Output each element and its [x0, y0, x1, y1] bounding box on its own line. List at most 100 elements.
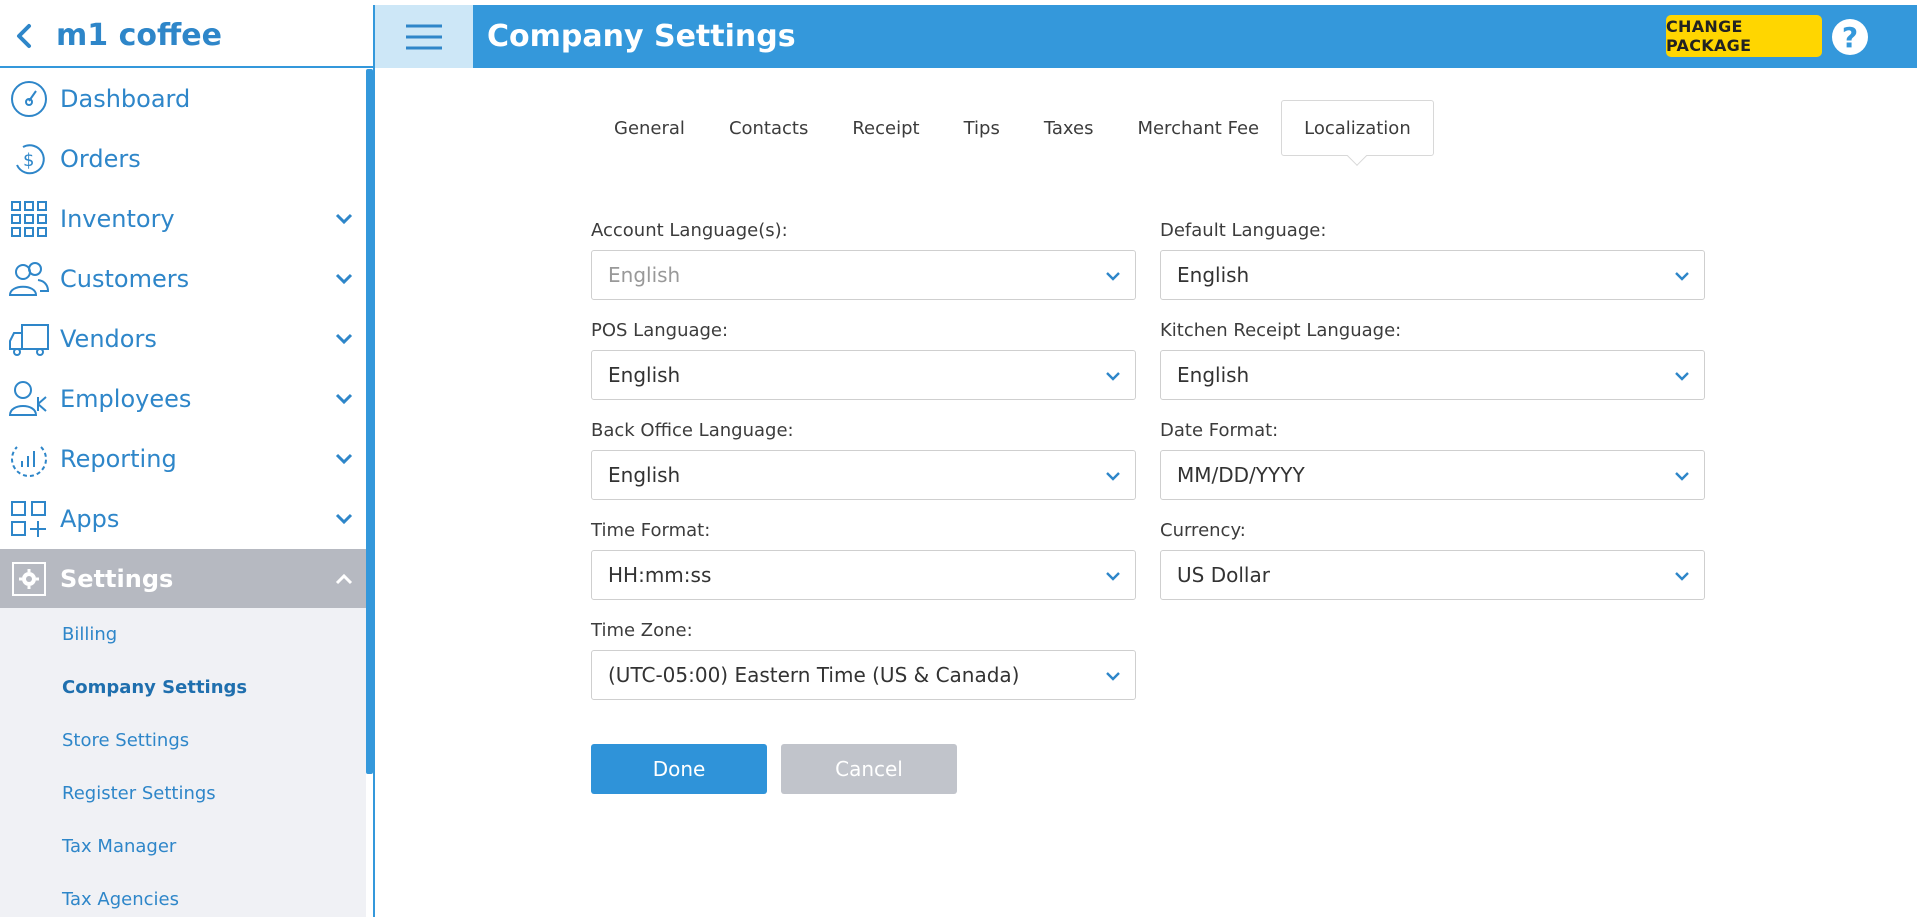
chevron-down-icon[interactable] [332, 447, 356, 471]
tab-contacts[interactable]: Contacts [707, 100, 830, 156]
truck-icon [0, 309, 58, 369]
chevron-down-icon[interactable] [332, 267, 356, 291]
sidebar-item-vendors[interactable]: Vendors [0, 309, 366, 369]
subnav-item-store-settings[interactable]: Store Settings [0, 714, 366, 767]
sidebar-item-employees[interactable]: Employees [0, 369, 366, 429]
content-divider [373, 68, 375, 917]
date-format-field: Date Format: MM/DD/YYYY [1160, 420, 1705, 500]
chevron-down-icon [1674, 268, 1690, 284]
brand-bar: m1 coffee [0, 5, 373, 68]
sidebar-item-label: Reporting [60, 445, 177, 473]
help-icon[interactable]: ? [1832, 19, 1868, 55]
field-label: Default Language: [1160, 220, 1327, 241]
tab-general[interactable]: General [592, 100, 707, 156]
chevron-up-icon[interactable] [332, 567, 356, 591]
chevron-down-icon[interactable] [332, 327, 356, 351]
field-label: Back Office Language: [591, 420, 794, 441]
sidebar-item-label: Customers [60, 265, 190, 293]
users-icon [0, 249, 58, 309]
back-office-language-select[interactable]: English [591, 450, 1136, 500]
top-header: Company Settings CHANGE PACKAGE ? [373, 5, 1917, 68]
pos-language-select[interactable]: English [591, 350, 1136, 400]
tab-receipt[interactable]: Receipt [830, 100, 941, 156]
sidebar-scrollbar[interactable] [366, 69, 373, 774]
sidebar-item-apps[interactable]: Apps [0, 489, 366, 549]
sidebar-item-label: Settings [60, 564, 174, 593]
chevron-down-icon [1105, 468, 1121, 484]
field-label: Time Format: [591, 520, 711, 541]
page-title: Company Settings [487, 19, 796, 54]
tab-taxes[interactable]: Taxes [1022, 100, 1116, 156]
sidebar-item-label: Apps [60, 505, 120, 533]
chevron-down-icon [1674, 568, 1690, 584]
sidebar-item-inventory[interactable]: Inventory [0, 189, 366, 249]
subnav-item-company-settings[interactable]: Company Settings [0, 661, 366, 714]
subnav-item-tax-manager[interactable]: Tax Manager [0, 820, 366, 873]
sidebar-item-dashboard[interactable]: Dashboard [0, 69, 366, 129]
sidebar-item-settings[interactable]: Settings [0, 549, 366, 608]
field-label: Kitchen Receipt Language: [1160, 320, 1402, 341]
chevron-down-icon[interactable] [332, 507, 356, 531]
sidebar: m1 coffee Dashboard $ Orders Inventory C… [0, 0, 373, 917]
account-language-select[interactable]: English [591, 250, 1136, 300]
tab-tips[interactable]: Tips [942, 100, 1022, 156]
default-language-select[interactable]: English [1160, 250, 1705, 300]
back-office-language-field: Back Office Language: English [591, 420, 1136, 500]
sidebar-item-orders[interactable]: $ Orders [0, 129, 366, 189]
apps-icon [0, 489, 58, 549]
field-label: Currency: [1160, 520, 1246, 541]
gear-icon [0, 549, 58, 609]
chevron-down-icon [1105, 568, 1121, 584]
sidebar-item-label: Employees [60, 385, 192, 413]
subnav-item-register-settings[interactable]: Register Settings [0, 767, 366, 820]
time-zone-select[interactable]: (UTC-05:00) Eastern Time (US & Canada) [591, 650, 1136, 700]
select-value: English [608, 263, 681, 287]
field-label: Time Zone: [591, 620, 693, 641]
time-format-select[interactable]: HH:mm:ss [591, 550, 1136, 600]
select-value: MM/DD/YYYY [1177, 463, 1305, 487]
currency-select[interactable]: US Dollar [1160, 550, 1705, 600]
select-value: English [1177, 363, 1250, 387]
chevron-down-icon[interactable] [332, 387, 356, 411]
kitchen-receipt-language-field: Kitchen Receipt Language: English [1160, 320, 1705, 400]
tab-pointer [1347, 146, 1368, 166]
app-root: m1 coffee Dashboard $ Orders Inventory C… [0, 0, 1917, 917]
select-value: English [608, 363, 681, 387]
hamburger-menu-button[interactable] [373, 5, 473, 68]
chevron-down-icon [1105, 368, 1121, 384]
tab-label: Localization [1304, 117, 1411, 139]
done-button[interactable]: Done [591, 744, 767, 794]
select-value: HH:mm:ss [608, 563, 712, 587]
field-label: Date Format: [1160, 420, 1279, 441]
tab-localization[interactable]: Localization [1281, 100, 1434, 166]
change-package-button[interactable]: CHANGE PACKAGE [1666, 15, 1822, 57]
sidebar-item-customers[interactable]: Customers [0, 249, 366, 309]
back-icon[interactable] [0, 4, 48, 67]
chevron-down-icon[interactable] [332, 207, 356, 231]
chevron-down-icon [1105, 268, 1121, 284]
sidebar-item-label: Vendors [60, 325, 157, 353]
pos-language-field: POS Language: English [591, 320, 1136, 400]
subnav-item-tax-agencies[interactable]: Tax Agencies [0, 873, 366, 917]
chevron-down-icon [1674, 368, 1690, 384]
select-value: (UTC-05:00) Eastern Time (US & Canada) [608, 663, 1020, 687]
tab-merchant-fee[interactable]: Merchant Fee [1115, 100, 1281, 156]
sidebar-nav: Dashboard $ Orders Inventory Customers V… [0, 69, 366, 917]
date-format-select[interactable]: MM/DD/YYYY [1160, 450, 1705, 500]
svg-text:$: $ [23, 150, 34, 171]
employee-icon [0, 369, 58, 429]
subnav-item-billing[interactable]: Billing [0, 608, 366, 661]
settings-subnav: Billing Company Settings Store Settings … [0, 608, 366, 917]
field-label: Account Language(s): [591, 220, 788, 241]
chevron-down-icon [1105, 668, 1121, 684]
brand-title[interactable]: m1 coffee [56, 18, 222, 53]
chart-circle-icon [0, 429, 58, 489]
gauge-icon [0, 69, 58, 129]
time-format-field: Time Format: HH:mm:ss [591, 520, 1136, 600]
select-value: US Dollar [1177, 563, 1270, 587]
default-language-field: Default Language: English [1160, 220, 1705, 300]
sidebar-item-reporting[interactable]: Reporting [0, 429, 366, 489]
kitchen-receipt-language-select[interactable]: English [1160, 350, 1705, 400]
sidebar-item-label: Inventory [60, 205, 175, 233]
cancel-button[interactable]: Cancel [781, 744, 957, 794]
